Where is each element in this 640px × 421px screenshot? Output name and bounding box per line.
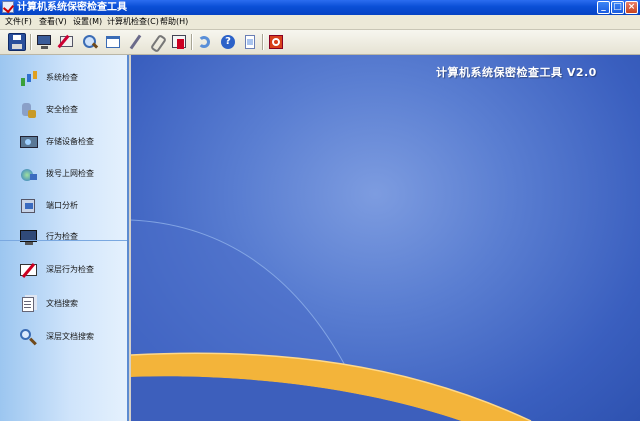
minimize-button[interactable]: _	[597, 1, 610, 14]
main-splash-area: 计算机系统保密检查工具 V2.0	[131, 55, 640, 421]
sidebar-item-label: 安全检查	[46, 105, 78, 114]
maximize-button[interactable]: □	[611, 1, 624, 14]
back-icon[interactable]	[196, 33, 214, 51]
sidebar-item-dialup-check[interactable]: 拨号上网检查	[0, 159, 127, 189]
toolbar	[0, 30, 640, 55]
system-check-icon	[19, 69, 39, 87]
monitor-icon[interactable]	[35, 33, 53, 51]
menu-file[interactable]: 文件(F)	[5, 16, 32, 28]
clip-icon[interactable]	[148, 33, 166, 51]
sidebar-item-label: 端口分析	[46, 201, 78, 210]
sidebar-item-security-check[interactable]: 安全检查	[0, 95, 127, 125]
deep-document-search-icon	[19, 328, 39, 346]
dialup-network-icon	[19, 165, 39, 183]
app-icon	[2, 1, 14, 13]
deep-behavior-icon	[19, 261, 39, 279]
menu-view[interactable]: 查看(V)	[39, 16, 67, 28]
app-window: 计算机系统保密检查工具 _ □ × 文件(F) 查看(V) 设置(M) 计算机检…	[0, 0, 640, 421]
app-title: 计算机系统保密检查工具 V2.0	[436, 66, 597, 79]
toolbar-separator	[30, 34, 32, 50]
sidebar-item-document-search[interactable]: 文档搜索	[0, 289, 127, 319]
sidebar-item-label: 深层行为检查	[46, 265, 94, 274]
sidebar-item-label: 拨号上网检查	[46, 169, 94, 178]
pen-icon[interactable]	[126, 33, 144, 51]
edit-icon[interactable]	[58, 33, 76, 51]
exit-icon[interactable]	[267, 33, 285, 51]
sidebar-item-deep-document-search[interactable]: 深层文档搜索	[0, 322, 127, 352]
sidebar-item-label: 深层文档搜索	[46, 332, 94, 341]
toolbar-separator	[191, 34, 193, 50]
menu-computer-check[interactable]: 计算机检查(C)	[107, 16, 159, 28]
sidebar: 系统检查 安全检查 存储设备检查 拨号上网检查 端口分析 行为检查 深层行为检查	[0, 55, 129, 421]
menu-help[interactable]: 帮助(H)	[160, 16, 188, 28]
document-search-icon	[19, 295, 39, 313]
help-icon[interactable]	[219, 33, 237, 51]
toolbar-separator	[262, 34, 264, 50]
sidebar-item-label: 存储设备检查	[46, 137, 94, 146]
title-bar[interactable]: 计算机系统保密检查工具 _ □ ×	[0, 0, 640, 15]
sidebar-item-behavior-check[interactable]: 行为检查	[0, 222, 127, 252]
sidebar-item-label: 行为检查	[46, 232, 78, 241]
menu-bar: 文件(F) 查看(V) 设置(M) 计算机检查(C) 帮助(H)	[0, 15, 640, 30]
sidebar-item-deep-behavior-check[interactable]: 深层行为检查	[0, 255, 127, 285]
sidebar-item-port-analysis[interactable]: 端口分析	[0, 191, 127, 221]
behavior-check-icon	[19, 228, 39, 246]
menu-settings[interactable]: 设置(M)	[73, 16, 102, 28]
sidebar-item-system-check[interactable]: 系统检查	[0, 63, 127, 93]
tools-icon[interactable]	[170, 33, 188, 51]
sidebar-item-storage-device-check[interactable]: 存储设备检查	[0, 127, 127, 157]
port-analysis-icon	[19, 197, 39, 215]
close-button[interactable]: ×	[625, 1, 638, 14]
document-icon[interactable]	[241, 33, 259, 51]
splash-background	[131, 219, 532, 421]
window-icon[interactable]	[104, 33, 122, 51]
search-icon[interactable]	[81, 33, 99, 51]
storage-device-icon	[19, 133, 39, 151]
security-check-icon	[19, 101, 39, 119]
sidebar-item-label: 文档搜索	[46, 299, 78, 308]
window-title: 计算机系统保密检查工具	[17, 2, 127, 13]
save-icon[interactable]	[8, 33, 26, 51]
sidebar-item-label: 系统检查	[46, 73, 78, 82]
sidebar-divider	[0, 240, 127, 241]
